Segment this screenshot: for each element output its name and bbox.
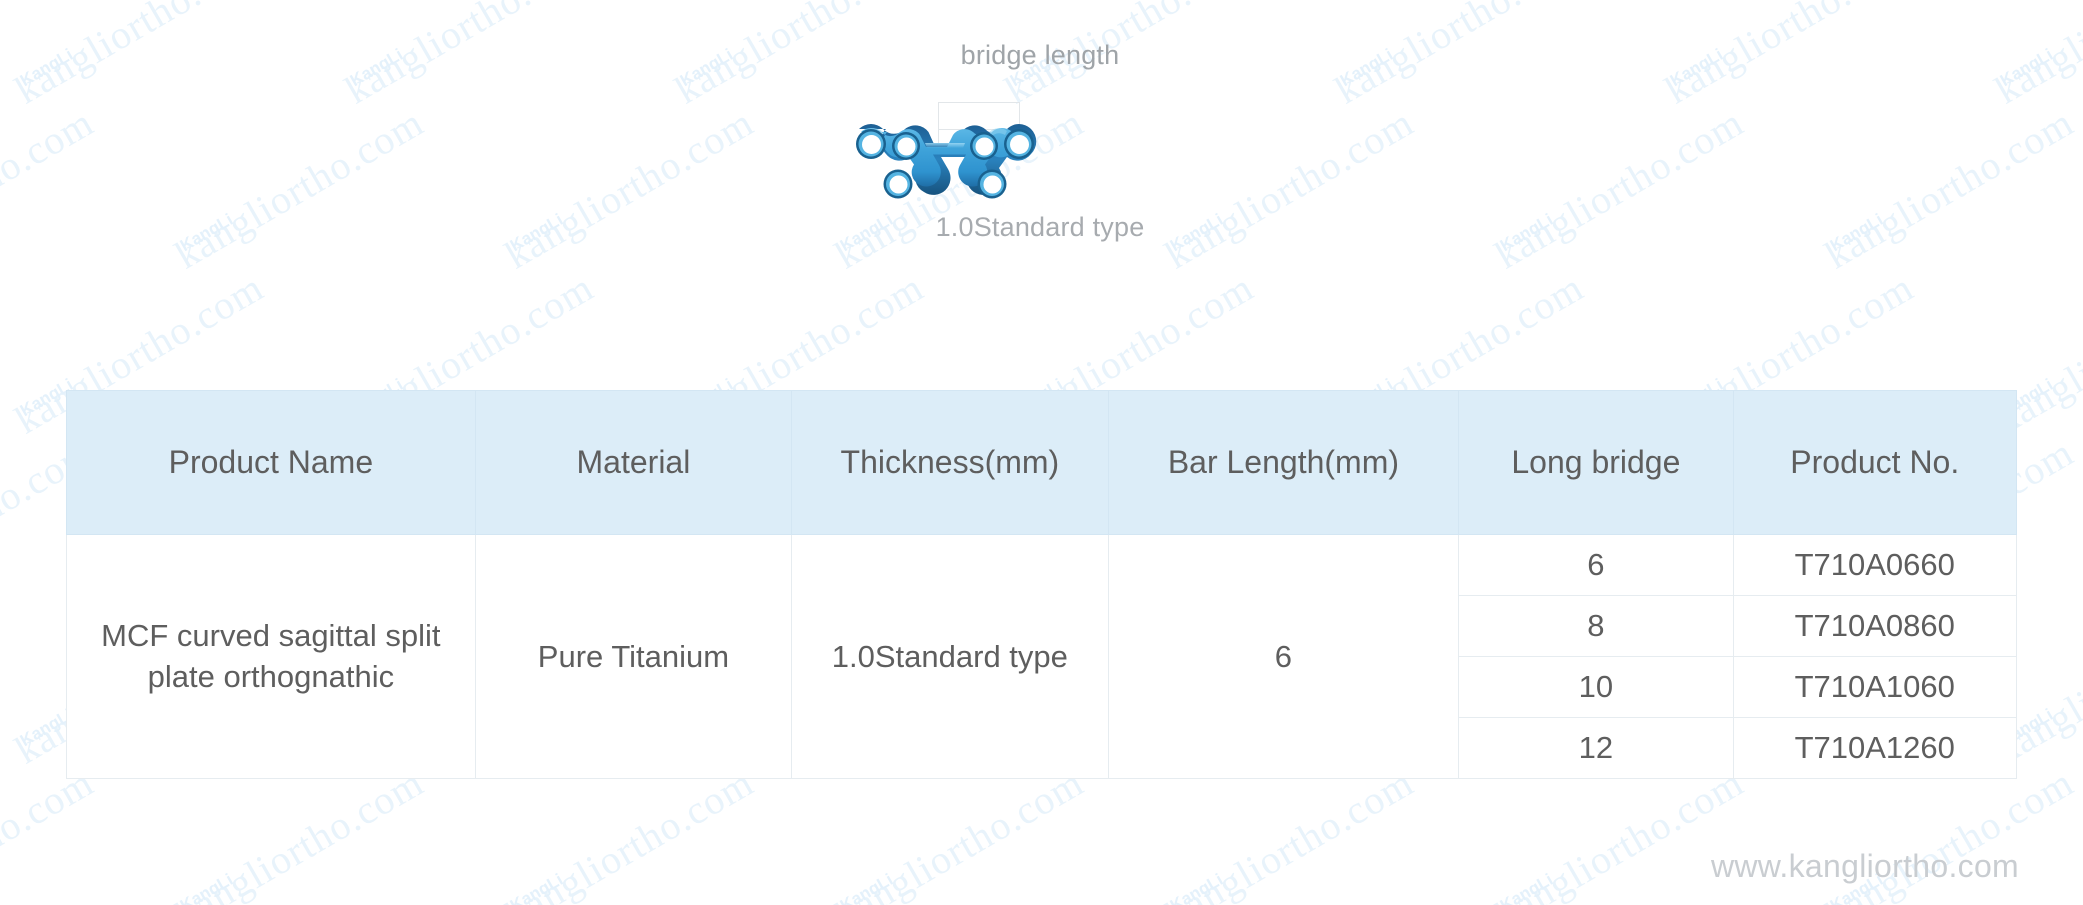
cell-thickness: 1.0Standard type [791, 534, 1109, 779]
table-row: MCF curved sagittal split plate orthogna… [66, 534, 2017, 779]
site-url: www.kangliortho.com [1710, 848, 2019, 884]
plate-type-caption: 1.0Standard type [935, 212, 1145, 242]
bone-plate-icon [830, 110, 1060, 205]
page-stage: bridge length 1.0Standard type Product N… [0, 0, 2083, 905]
cell-bar-length: 6 [1107, 534, 1460, 779]
cell-long-bridge: 8 [1458, 595, 1734, 657]
cell-long-bridge: 12 [1458, 717, 1734, 779]
column-header-material: Material [474, 390, 793, 535]
cell-long-bridge: 10 [1458, 656, 1734, 718]
cell-product-no: T710A0860 [1732, 595, 2017, 657]
cell-material: Pure Titanium [474, 534, 793, 779]
table-header-row: Product Name Material Thickness(mm) Bar … [66, 390, 2017, 535]
product-figure: bridge length 1.0Standard type [740, 40, 1340, 320]
cell-product-no: T710A1260 [1732, 717, 2017, 779]
specification-table: Product Name Material Thickness(mm) Bar … [66, 390, 2017, 779]
column-header-long-bridge: Long bridge [1458, 390, 1734, 535]
column-header-product-name: Product Name [66, 390, 476, 535]
column-header-product-no: Product No. [1732, 390, 2017, 535]
cell-long-bridge: 6 [1458, 534, 1734, 596]
cell-product-no: T710A1060 [1732, 656, 2017, 718]
cell-product-name: MCF curved sagittal split plate orthogna… [66, 534, 476, 779]
column-header-thickness: Thickness(mm) [791, 390, 1109, 535]
column-header-bar-length: Bar Length(mm) [1107, 390, 1460, 535]
cell-product-no: T710A0660 [1732, 534, 2017, 596]
bridge-length-label: bridge length [960, 40, 1120, 70]
